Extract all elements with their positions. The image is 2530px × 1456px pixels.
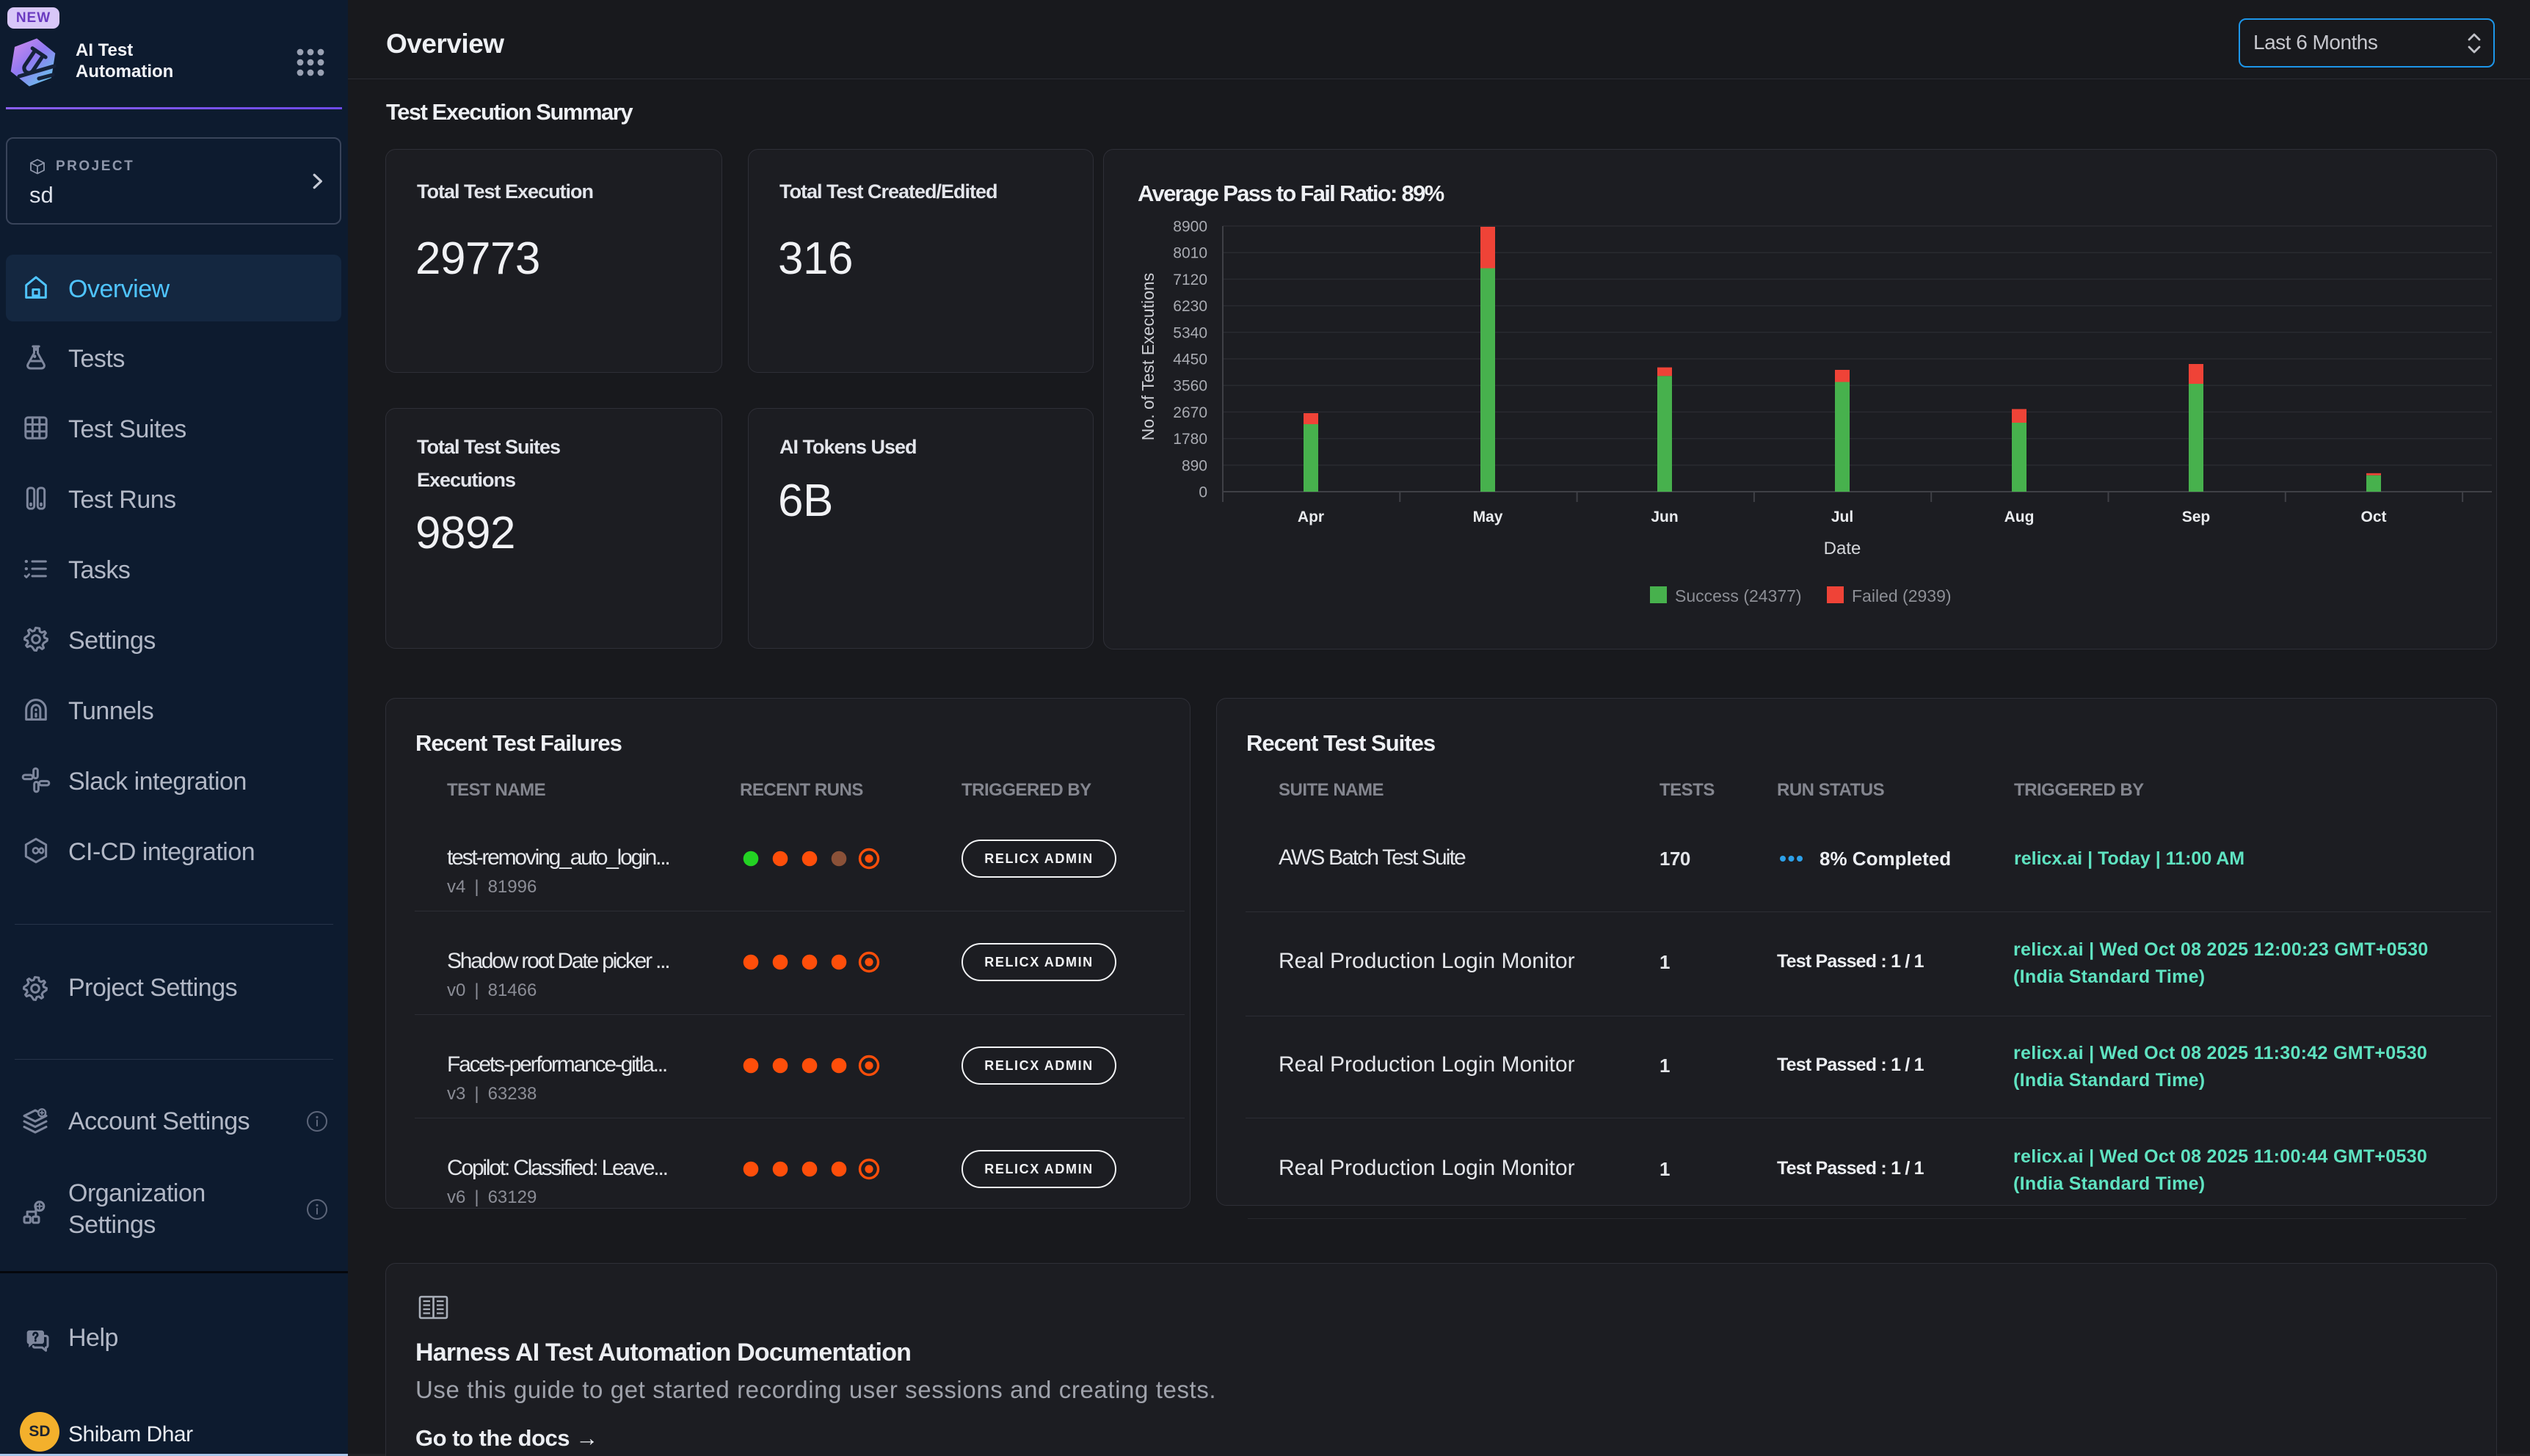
svg-text:Success (24377): Success (24377) — [1675, 586, 1802, 605]
svg-text:Jul: Jul — [1831, 509, 1853, 525]
svg-text:Apr: Apr — [1298, 509, 1324, 525]
svg-text:3560: 3560 — [1173, 378, 1207, 395]
svg-text:1780: 1780 — [1173, 431, 1207, 448]
svg-text:2670: 2670 — [1173, 404, 1207, 421]
svg-text:5340: 5340 — [1173, 324, 1207, 341]
svg-text:May: May — [1473, 509, 1503, 525]
svg-text:4450: 4450 — [1173, 352, 1207, 368]
svg-text:Jun: Jun — [1651, 509, 1678, 525]
svg-text:Oct: Oct — [2360, 509, 2386, 525]
svg-text:Aug: Aug — [2004, 509, 2035, 525]
svg-text:8900: 8900 — [1173, 219, 1207, 236]
svg-text:0: 0 — [1199, 484, 1207, 501]
svg-text:Failed (2939): Failed (2939) — [1852, 586, 1952, 605]
svg-text:7120: 7120 — [1173, 272, 1207, 288]
svg-text:Date: Date — [1824, 539, 1861, 558]
svg-text:890: 890 — [1182, 457, 1207, 474]
svg-text:Sep: Sep — [2182, 509, 2211, 525]
svg-text:8010: 8010 — [1173, 245, 1207, 262]
svg-text:No. of Test Executions: No. of Test Executions — [1138, 273, 1157, 440]
svg-text:6230: 6230 — [1173, 298, 1207, 315]
